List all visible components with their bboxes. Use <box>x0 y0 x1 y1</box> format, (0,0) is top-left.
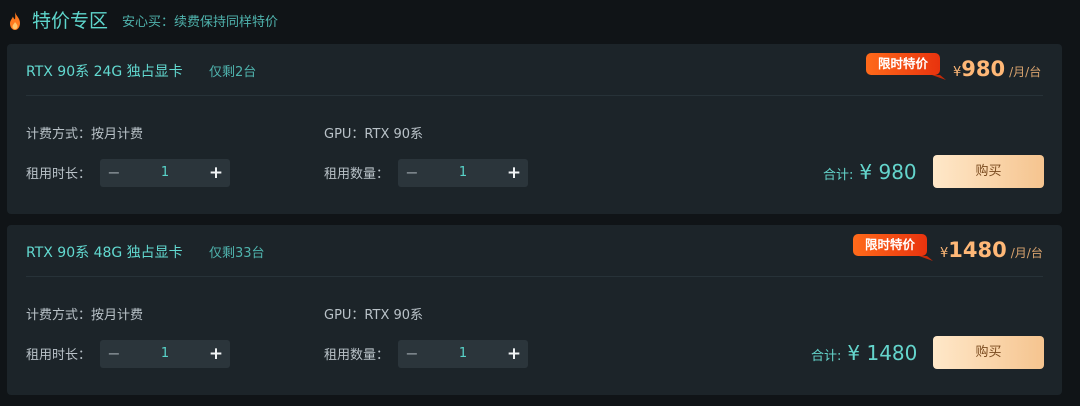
unit-price: ¥1480/月/台 <box>940 238 1043 262</box>
billing-method: 计费方式：按月计费 <box>26 308 144 323</box>
stock-remaining: 仅剩2台 <box>209 65 257 80</box>
price-value: 1480 <box>948 238 1007 262</box>
total-value: ¥ 1480 <box>847 341 918 365</box>
duration-value[interactable]: 1 <box>128 159 202 187</box>
divider <box>26 276 1043 277</box>
total-label: 合计: <box>811 349 842 364</box>
duration-stepper[interactable]: − 1 + <box>100 159 230 187</box>
gpu-type: GPU：RTX 90系 <box>324 308 424 323</box>
product-card: RTX 90系 48G 独占显卡 仅剩33台 限时特价 ¥1480/月/台 计费… <box>7 225 1062 395</box>
unit-price: ¥980/月/台 <box>953 57 1041 81</box>
increment-button[interactable]: + <box>202 159 230 187</box>
price-unit: /月/台 <box>1009 65 1042 79</box>
billing-method: 计费方式：按月计费 <box>26 127 144 142</box>
duration-label: 租用时长： <box>26 348 92 363</box>
increment-button[interactable]: + <box>202 340 230 368</box>
buy-button[interactable]: 购买 <box>933 155 1044 188</box>
price-value: 980 <box>961 57 1006 81</box>
decrement-button[interactable]: − <box>100 159 128 187</box>
quantity-value[interactable]: 1 <box>426 159 500 187</box>
increment-button[interactable]: + <box>500 340 528 368</box>
decrement-button[interactable]: − <box>398 159 426 187</box>
price-unit: /月/台 <box>1010 246 1043 260</box>
increment-button[interactable]: + <box>500 159 528 187</box>
product-title: RTX 90系 48G 独占显卡 <box>26 245 183 261</box>
flame-icon <box>10 12 20 30</box>
quantity-stepper[interactable]: − 1 + <box>398 340 528 368</box>
duration-value[interactable]: 1 <box>128 340 202 368</box>
section-subtitle: 安心买：续费保持同样特价 <box>122 15 279 30</box>
quantity-stepper[interactable]: − 1 + <box>398 159 528 187</box>
section-title: 特价专区 <box>32 10 109 32</box>
quantity-label: 租用数量： <box>324 348 390 363</box>
badge-label: 限时特价 <box>877 56 928 71</box>
gpu-type: GPU：RTX 90系 <box>324 127 424 142</box>
decrement-button[interactable]: − <box>100 340 128 368</box>
stock-remaining: 仅剩33台 <box>209 246 265 261</box>
total-value: ¥ 980 <box>859 160 917 184</box>
total-price: 合计: ¥ 1480 <box>811 341 917 365</box>
quantity-label: 租用数量： <box>324 167 390 182</box>
divider <box>26 95 1043 96</box>
buy-button[interactable]: 购买 <box>933 336 1044 369</box>
product-title: RTX 90系 24G 独占显卡 <box>26 64 183 80</box>
decrement-button[interactable]: − <box>398 340 426 368</box>
duration-stepper[interactable]: − 1 + <box>100 340 230 368</box>
section-header: 特价专区 安心买：续费保持同样特价 <box>0 0 1080 42</box>
duration-label: 租用时长： <box>26 167 92 182</box>
quantity-value[interactable]: 1 <box>426 340 500 368</box>
badge-label: 限时特价 <box>864 237 915 252</box>
total-label: 合计: <box>823 168 854 183</box>
product-card: RTX 90系 24G 独占显卡 仅剩2台 限时特价 ¥980/月/台 计费方式… <box>7 44 1062 214</box>
total-price: 合计: ¥ 980 <box>823 160 917 184</box>
